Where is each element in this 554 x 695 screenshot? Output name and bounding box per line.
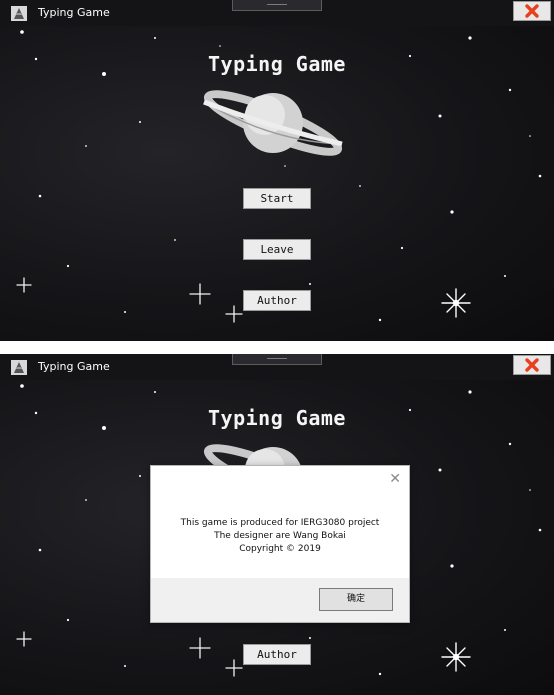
- app-icon: [11, 6, 27, 21]
- close-button[interactable]: [513, 355, 551, 375]
- dialog-message-line2: The designer are Wang Bokai: [214, 531, 346, 541]
- dialog-message-line3: Copyright © 2019: [239, 544, 321, 554]
- title-bar[interactable]: Typing Game: [0, 354, 554, 380]
- title-bar[interactable]: Typing Game: [0, 0, 554, 26]
- ok-button[interactable]: 确定: [319, 588, 393, 611]
- window-title: Typing Game: [38, 360, 110, 373]
- game-title: Typing Game: [208, 406, 346, 430]
- game-title: Typing Game: [208, 52, 346, 76]
- dialog-message-line1: This game is produced for IERG3080 proje…: [180, 518, 380, 528]
- window-title: Typing Game: [38, 6, 110, 19]
- close-icon: [525, 4, 539, 18]
- author-button[interactable]: Author: [243, 644, 311, 665]
- dialog-close-icon[interactable]: ✕: [389, 472, 401, 486]
- author-dialog: ✕ This game is produced for IERG3080 pro…: [150, 465, 410, 623]
- close-button[interactable]: [513, 1, 551, 21]
- close-icon: [525, 358, 539, 372]
- starfield-background: Typing Game Start Leave Author: [0, 26, 554, 341]
- dialog-footer: 确定: [151, 578, 409, 622]
- drag-handle[interactable]: [232, 354, 322, 365]
- start-button[interactable]: Start: [243, 188, 311, 209]
- drag-handle[interactable]: [232, 0, 322, 11]
- game-window-main-menu: Typing Game Typing Game Start Leave Auth…: [0, 0, 554, 341]
- leave-button[interactable]: Leave: [243, 239, 311, 260]
- app-icon: [11, 360, 27, 375]
- author-button[interactable]: Author: [243, 290, 311, 311]
- planet-illustration: [203, 90, 343, 156]
